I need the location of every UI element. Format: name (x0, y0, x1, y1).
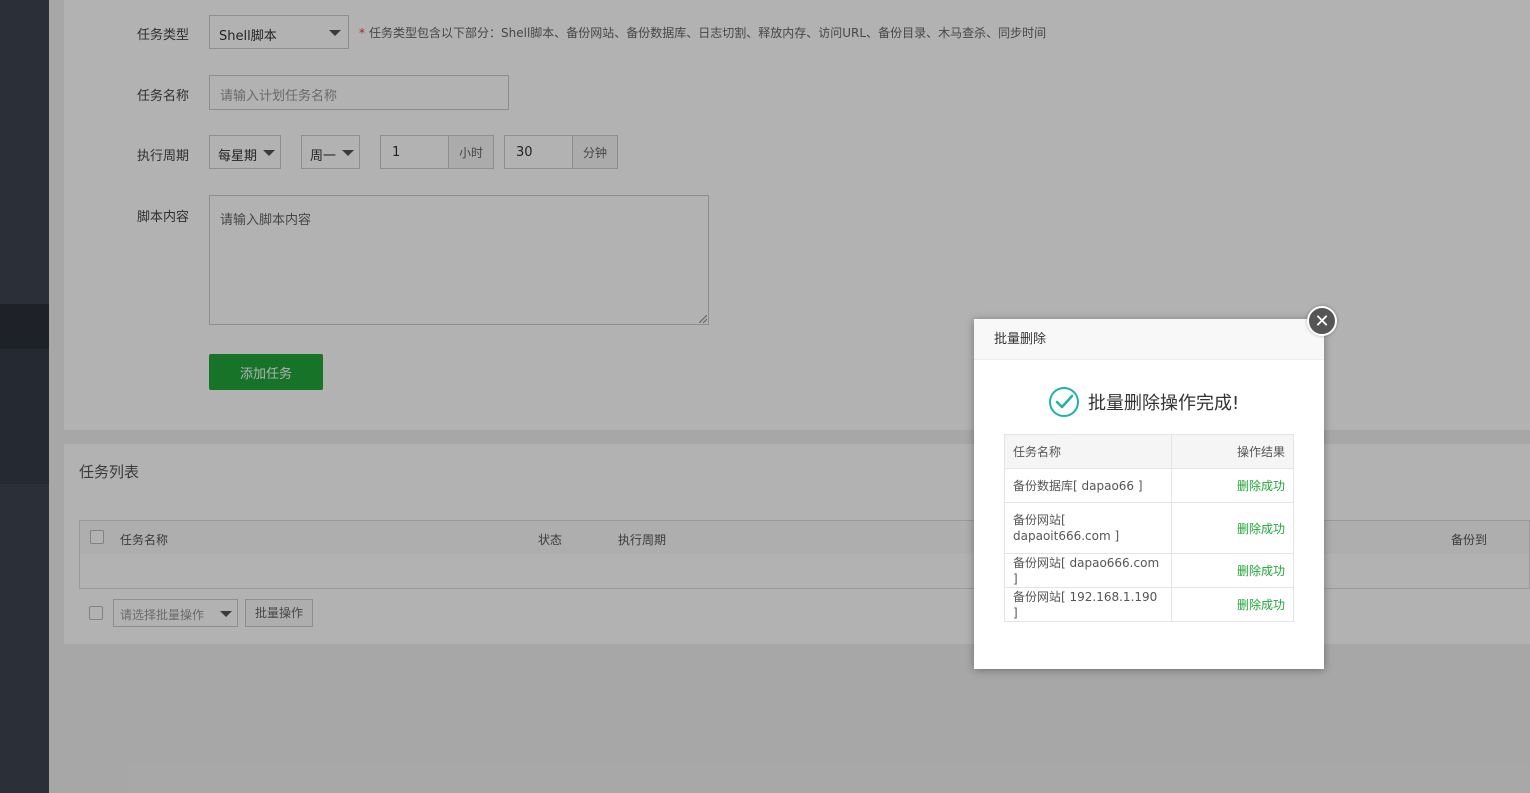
row-result: 删除成功 (1171, 587, 1294, 622)
row-result: 删除成功 (1171, 553, 1294, 588)
result-message-text: 批量删除操作完成! (1088, 393, 1240, 414)
row-task-name: 备份网站[ dapaoit666.com ] (1004, 502, 1172, 554)
close-icon[interactable]: ✕ (1307, 306, 1337, 336)
result-message: 批量删除操作完成! (1048, 386, 1239, 418)
row-result: 删除成功 (1171, 468, 1294, 503)
table-row: 备份网站[ 192.168.1.190 ] 删除成功 (1004, 587, 1294, 622)
batch-delete-modal: 批量删除 批量删除操作完成! 任务名称 操作结果 备份数据库[ dapao66 … (974, 319, 1324, 669)
row-task-name: 备份数据库[ dapao66 ] (1004, 468, 1172, 503)
table-row: 备份网站[ dapao666.com ] 删除成功 (1004, 553, 1294, 588)
modal-title: 批量删除 (974, 319, 1324, 360)
row-result: 删除成功 (1171, 502, 1294, 554)
table-row: 备份网站[ dapaoit666.com ] 删除成功 (1004, 502, 1294, 554)
col-task-name: 任务名称 (1004, 434, 1172, 469)
table-row: 备份数据库[ dapao66 ] 删除成功 (1004, 468, 1294, 503)
row-task-name: 备份网站[ dapao666.com ] (1004, 553, 1172, 588)
check-circle-icon (1049, 387, 1079, 417)
result-table-header: 任务名称 操作结果 (1004, 434, 1294, 469)
col-result: 操作结果 (1171, 434, 1294, 469)
result-table: 任务名称 操作结果 备份数据库[ dapao66 ] 删除成功 备份网站[ da… (1004, 434, 1294, 622)
row-task-name: 备份网站[ 192.168.1.190 ] (1004, 587, 1172, 622)
